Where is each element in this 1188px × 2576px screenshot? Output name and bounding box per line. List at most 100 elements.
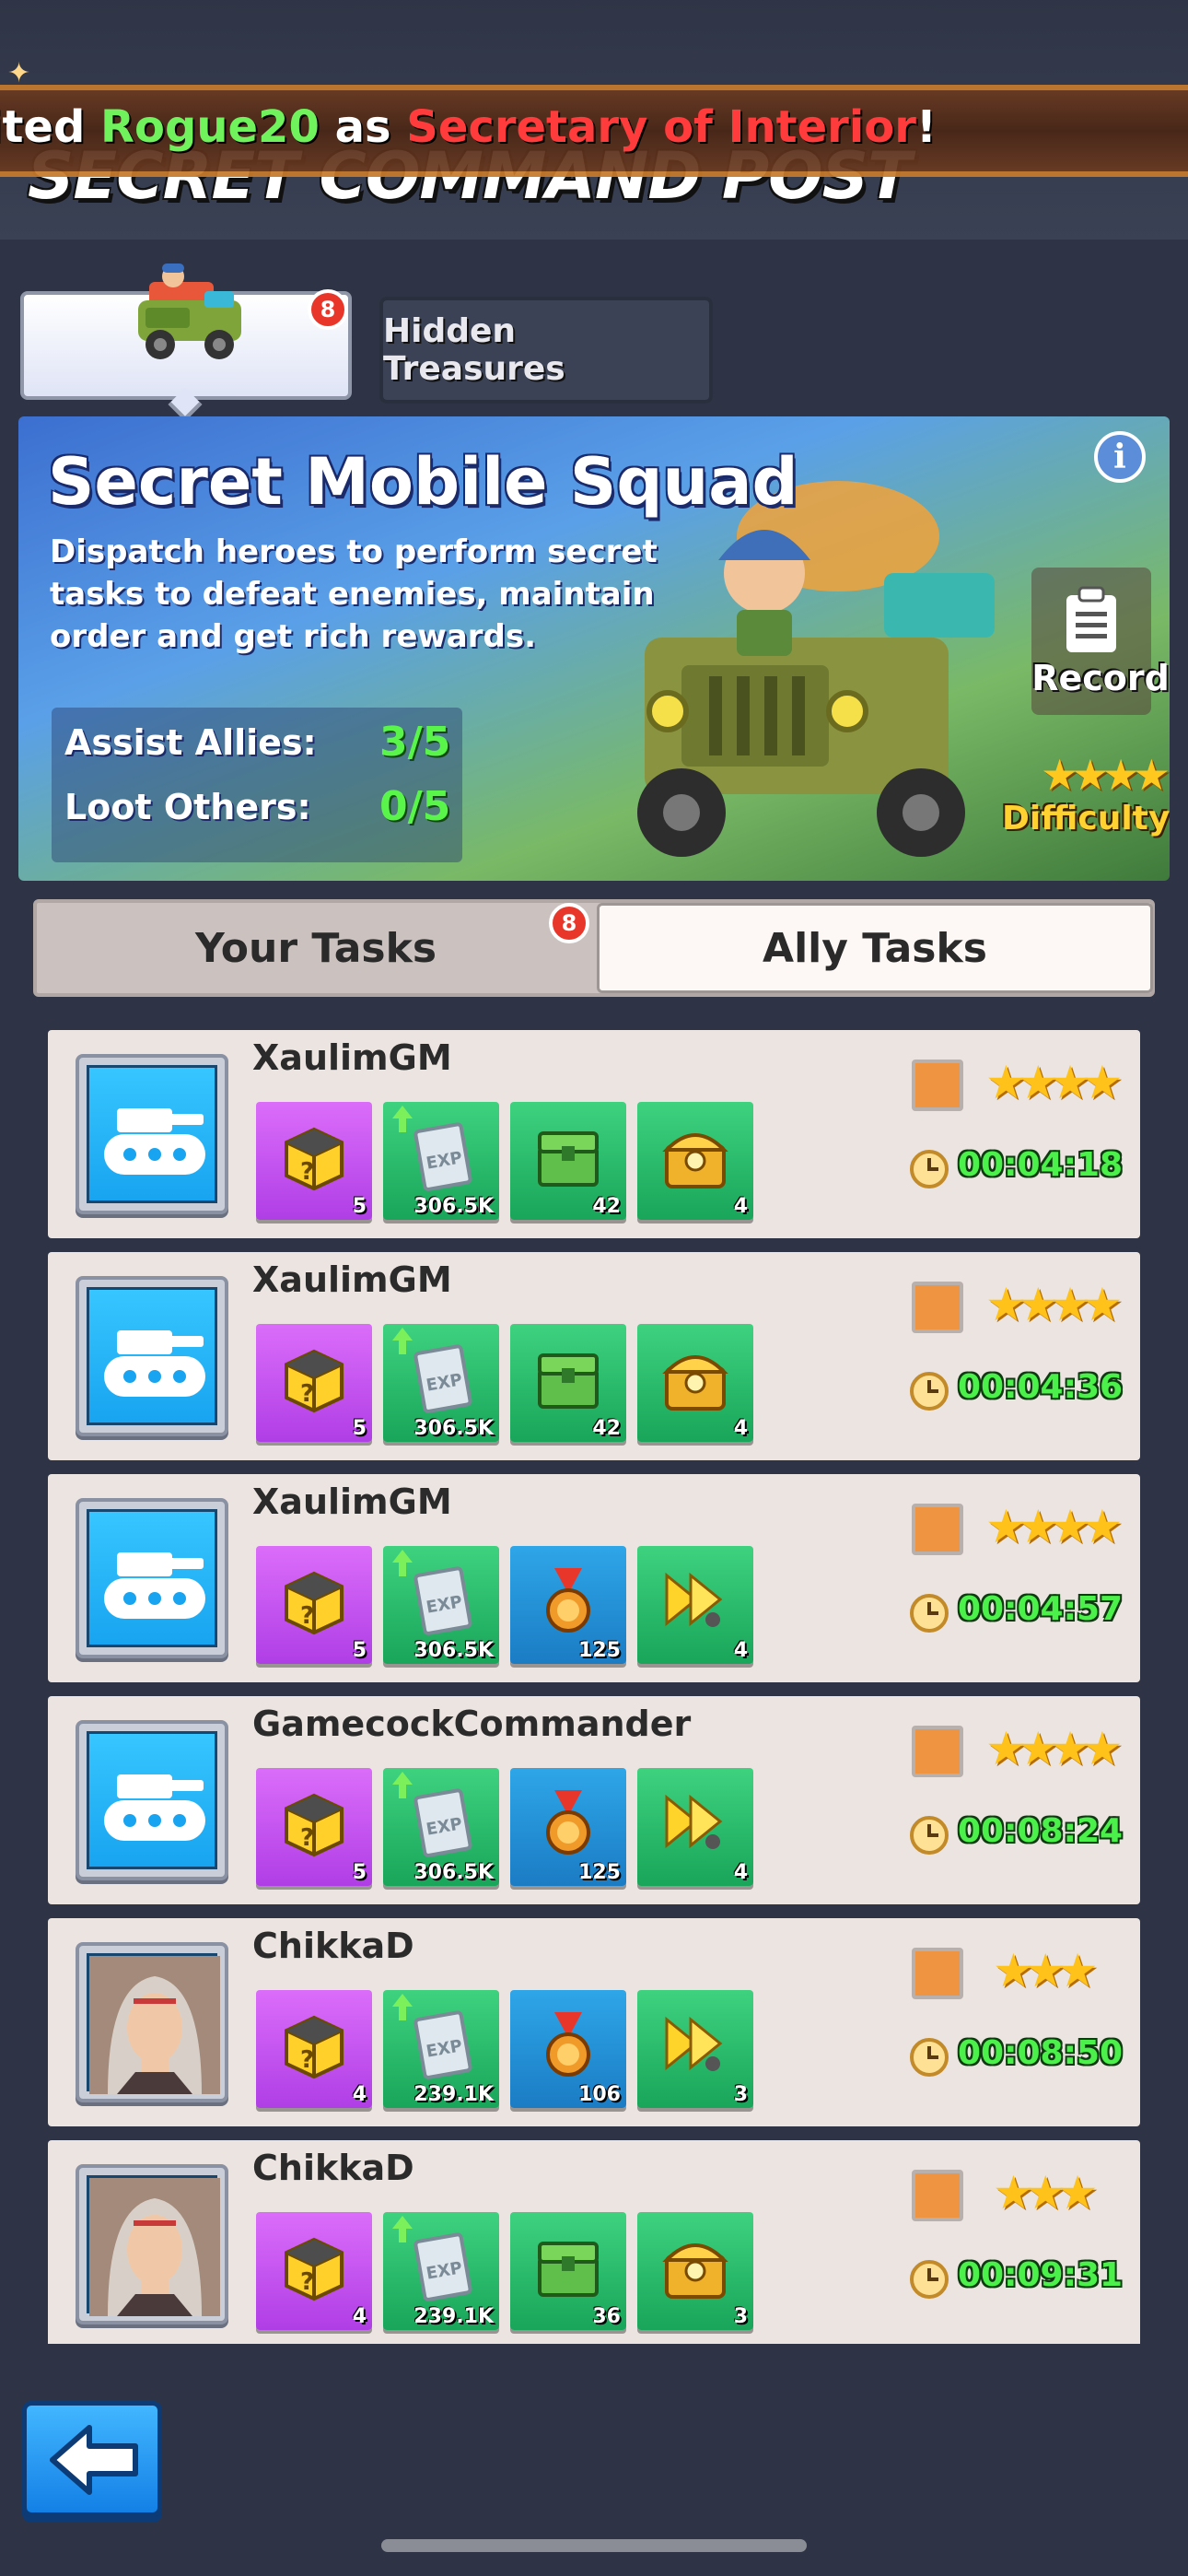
announcement-prefix: ited [0,101,86,153]
reward-medal[interactable]: 125 [510,1768,626,1886]
task-card[interactable]: XaulimGM? 5 EXP 306.5K 125 4 ★★★★ 00:04:57 [48,1474,1140,1682]
hero-portrait-icon [87,1953,220,2094]
speedup-icon [665,2016,723,2071]
reward-mystery-box[interactable]: ? 5 [256,1102,372,1220]
task-timer: 00:04:18 [958,1146,1124,1184]
gold-chest-icon [662,1355,728,1411]
announcement-player: Rogue20 [100,101,320,153]
level-up-arrow-icon [392,1994,413,2020]
reward-mystery-box[interactable]: ? 4 [256,1990,372,2108]
task-card[interactable]: XaulimGM? 5 EXP 306.5K 42 4 ★★★★ 00:04:36 [48,1252,1140,1460]
reward-speedup[interactable]: 4 [637,1546,753,1664]
reward-green-chest[interactable]: 36 [510,2212,626,2330]
tab-your-tasks[interactable]: Your Tasks [37,903,595,993]
mystery-box-icon: ? [285,1571,344,1635]
announcement-middle: as [319,101,407,153]
task-list[interactable]: XaulimGM? 5 EXP 306.5K 42 4 ★★★★ 00:04:18 Xaulim… [48,1030,1140,2344]
reward-exp-book[interactable]: EXP 306.5K [383,1102,499,1220]
home-indicator [381,2539,807,2552]
select-checkbox[interactable] [912,1504,963,1555]
exp-book-icon: EXP [413,1566,472,1635]
reward-mystery-box[interactable]: ? 5 [256,1768,372,1886]
svg-text:?: ? [300,2046,314,2074]
level-up-arrow-icon [392,2216,413,2242]
task-timer: 00:09:31 [958,2256,1124,2294]
reward-mystery-box[interactable]: ? 4 [256,2212,372,2330]
reward-green-chest[interactable]: 42 [510,1324,626,1442]
reward-exp-book[interactable]: EXP 306.5K [383,1768,499,1886]
exp-book-icon: EXP [413,1122,472,1191]
select-checkbox[interactable] [912,1282,963,1333]
avatar[interactable] [76,1942,228,2102]
loot-others-label: Loot Others: [64,787,311,827]
back-button[interactable] [22,2401,162,2517]
reward-gold-chest[interactable]: 4 [637,1102,753,1220]
record-label[interactable]: Record [1013,658,1170,698]
reward-gold-chest[interactable]: 4 [637,1324,753,1442]
reward-green-chest[interactable]: 42 [510,1102,626,1220]
tab-ally-tasks[interactable]: Ally Tasks [597,903,1153,993]
hero-panel: Secret Mobile Squad Dispatch heroes to p… [18,416,1170,881]
task-card[interactable]: GamecockCommander? 5 EXP 306.5K 125 4 ★★★★ 00:0… [48,1696,1140,1904]
select-checkbox[interactable] [912,1948,963,1999]
mystery-box-icon: ? [285,2015,344,2079]
notification-badge: 8 [308,289,348,330]
info-icon[interactable]: i [1094,431,1146,483]
gold-chest-icon [662,2243,728,2299]
jeep-icon [138,263,241,359]
hero-title: Secret Mobile Squad [48,444,798,520]
reward-exp-book[interactable]: EXP 239.1K [383,2212,499,2330]
avatar[interactable] [76,1276,228,1436]
reward-count: 4 [733,1861,748,1884]
avatar[interactable] [76,1498,228,1658]
avatar[interactable] [76,1720,228,1880]
reward-count: 4 [733,1639,748,1662]
reward-count: 239.1K [413,2083,494,2106]
reward-mystery-box[interactable]: ? 5 [256,1546,372,1664]
difficulty-stars: ★★★ [993,1944,1099,1997]
select-checkbox[interactable] [912,1060,963,1111]
player-name: XaulimGM [252,1481,452,1522]
tab-hidden-treasures[interactable]: Hidden Treasures [379,297,713,404]
reward-exp-book[interactable]: EXP 306.5K [383,1324,499,1442]
task-timer: 00:04:36 [958,1368,1124,1406]
reward-count: 125 [578,1639,621,1662]
reward-mystery-box[interactable]: ? 5 [256,1324,372,1442]
tank-icon [87,1731,217,1869]
reward-exp-book[interactable]: EXP 239.1K [383,1990,499,2108]
svg-text:?: ? [300,2268,314,2296]
medal-icon [546,2012,590,2077]
task-card[interactable]: ChikkaD? 4 EXP 239.1K 36 3 ★★★ 00:09:31 [48,2140,1140,2344]
exp-book-icon: EXP [413,2232,472,2301]
task-tabs: Your Tasks Ally Tasks [33,899,1155,997]
announcement-text: ited Rogue20 as Secretary of Interior! [0,101,937,153]
select-checkbox[interactable] [912,2170,963,2221]
clock-icon [910,2038,949,2077]
clock-icon [910,2260,949,2299]
svg-text:?: ? [300,1158,314,1186]
reward-speedup[interactable]: 4 [637,1768,753,1886]
select-checkbox[interactable] [912,1726,963,1777]
reward-count: 42 [592,1195,621,1218]
task-card[interactable]: XaulimGM? 5 EXP 306.5K 42 4 ★★★★ 00:04:18 [48,1030,1140,1238]
reward-medal[interactable]: 125 [510,1546,626,1664]
svg-text:?: ? [300,1602,314,1630]
task-card[interactable]: ChikkaD? 4 EXP 239.1K 106 3 ★★★ 00:08:50 [48,1918,1140,2126]
reward-gold-chest[interactable]: 3 [637,2212,753,2330]
player-name: GamecockCommander [252,1704,692,1744]
green-chest-icon [538,2242,599,2297]
svg-text:?: ? [300,1824,314,1852]
reward-count: 36 [592,2305,621,2328]
avatar[interactable] [76,1054,228,1214]
reward-count: 4 [352,2083,367,2106]
green-chest-icon [538,1131,599,1187]
reward-medal[interactable]: 106 [510,1990,626,2108]
reward-exp-book[interactable]: EXP 306.5K [383,1546,499,1664]
difficulty-stars: ★★★★ [1041,750,1170,800]
avatar[interactable] [76,2164,228,2324]
reward-speedup[interactable]: 3 [637,1990,753,2108]
clock-icon [910,1372,949,1411]
difficulty-stars: ★★★★ [985,1056,1123,1109]
reward-count: 306.5K [413,1639,494,1662]
reward-count: 4 [733,1417,748,1440]
